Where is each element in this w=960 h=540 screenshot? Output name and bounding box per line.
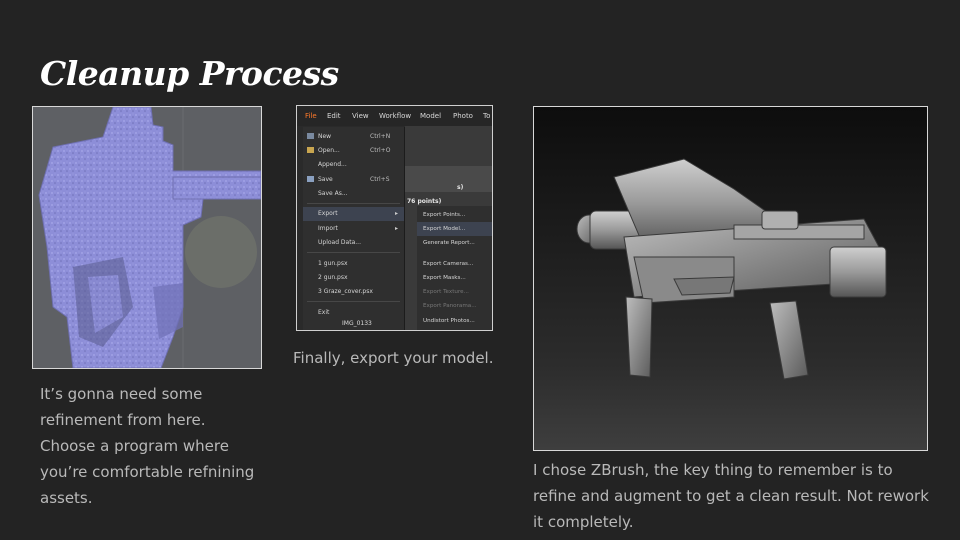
- submenu-generate-report[interactable]: Generate Report...: [417, 236, 492, 250]
- menu-workflow[interactable]: Workflow: [379, 112, 411, 120]
- menu-item-export[interactable]: Export ▸: [303, 207, 404, 221]
- middle-caption: Finally, export your model.: [293, 349, 494, 367]
- menu-separator: [307, 203, 400, 204]
- export-submenu: Export Points... Export Model... Generat…: [417, 206, 492, 330]
- slide: Cleanup Process s) 76 points) File Edit …: [0, 0, 960, 540]
- menubar: File Edit View Workflow Model Photo To: [297, 106, 492, 126]
- menu-separator: [307, 301, 400, 302]
- menu-item-append[interactable]: Append...: [303, 158, 404, 172]
- app-background-strip: [405, 166, 492, 192]
- menu-photo[interactable]: Photo: [453, 112, 473, 120]
- scan-mesh-screenshot: [32, 106, 262, 369]
- menu-item-recent-1[interactable]: 1 gun.psx: [303, 257, 404, 271]
- menu-edit[interactable]: Edit: [327, 112, 341, 120]
- right-caption: I chose ZBrush, the key thing to remembe…: [533, 461, 929, 531]
- menu-item-upload[interactable]: Upload Data...: [303, 236, 404, 250]
- menu-view[interactable]: View: [352, 112, 369, 120]
- submenu-export-panorama[interactable]: Export Panorama...: [417, 299, 492, 313]
- menu-item-recent-2[interactable]: 2 gun.psx: [303, 271, 404, 285]
- folder-icon: [307, 147, 314, 153]
- submenu-export-points[interactable]: Export Points...: [417, 208, 492, 222]
- submenu-export-cameras[interactable]: Export Cameras...: [417, 257, 492, 271]
- submenu-arrow-icon: ▸: [394, 225, 398, 232]
- export-menu-screenshot: s) 76 points) File Edit View Workflow Mo…: [296, 105, 493, 331]
- submenu-undistort-photos[interactable]: Undistort Photos...: [417, 314, 492, 328]
- menu-item-new[interactable]: New Ctrl+N: [303, 130, 404, 144]
- menu-item-save-as[interactable]: Save As...: [303, 187, 404, 201]
- menu-item-exit[interactable]: Exit: [303, 306, 404, 320]
- photo-label: IMG_0133: [342, 320, 372, 327]
- slide-title: Cleanup Process: [40, 54, 339, 93]
- scan-mesh-image: [33, 107, 261, 368]
- menu-item-open[interactable]: Open... Ctrl+O: [303, 144, 404, 158]
- background-fragment: 76 points): [407, 198, 442, 205]
- save-icon: [307, 176, 314, 182]
- menu-item-save[interactable]: Save Ctrl+S: [303, 173, 404, 187]
- menu-item-import[interactable]: Import ▸: [303, 222, 404, 236]
- menu-tools[interactable]: To: [483, 112, 490, 120]
- background-fragment: s): [457, 184, 464, 191]
- new-file-icon: [307, 133, 314, 139]
- zbrush-render-screenshot: [533, 106, 928, 451]
- menu-model[interactable]: Model: [420, 112, 441, 120]
- menu-file[interactable]: File: [305, 112, 317, 120]
- submenu-export-model[interactable]: Export Model...: [417, 222, 492, 236]
- submenu-arrow-icon: ▸: [394, 210, 398, 217]
- gun-render-image: [576, 158, 887, 380]
- menu-item-recent-3[interactable]: 3 Graze_cover.psx: [303, 285, 404, 299]
- file-menu: New Ctrl+N Open... Ctrl+O Append... Save…: [303, 127, 405, 330]
- submenu-export-masks[interactable]: Export Masks...: [417, 271, 492, 285]
- menu-separator: [307, 252, 400, 253]
- left-caption: It’s gonna need some refinement from her…: [40, 385, 255, 507]
- submenu-export-texture[interactable]: Export Texture...: [417, 285, 492, 299]
